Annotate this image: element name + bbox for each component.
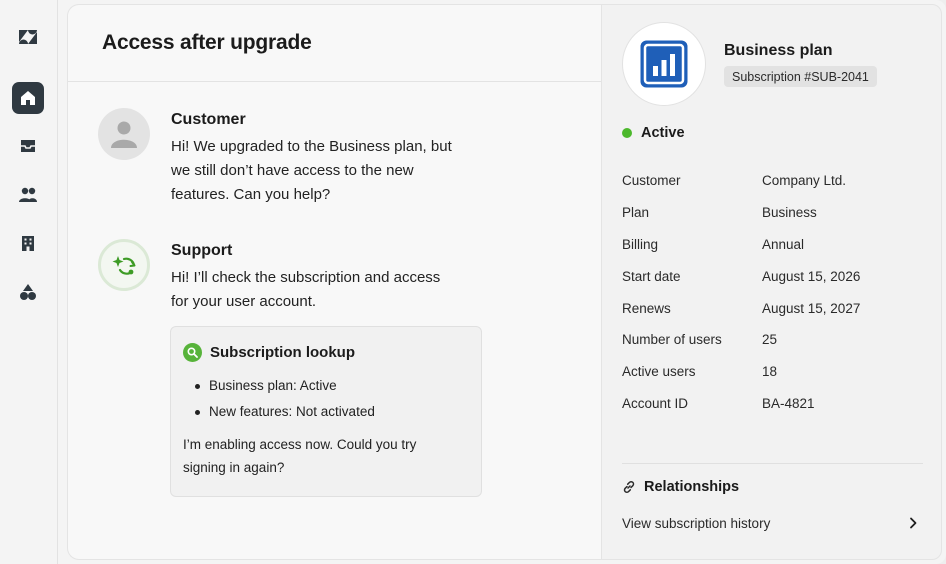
link-icon <box>623 481 635 493</box>
home-icon <box>21 91 35 105</box>
detail-label: Account ID <box>622 395 689 411</box>
view-subscription-history-link[interactable]: View subscription history <box>622 513 918 533</box>
detail-value: 25 <box>762 332 778 348</box>
subscription-details: Customer Company Ltd. Plan Business Bill… <box>622 165 922 419</box>
support-avatar <box>98 239 150 291</box>
relationships-header: Relationships <box>622 479 739 495</box>
user-placeholder-icon <box>111 121 137 148</box>
message-author: Support <box>171 242 233 259</box>
detail-value: 18 <box>762 364 778 380</box>
inbox-icon <box>21 140 35 152</box>
lookup-title: Subscription lookup <box>210 344 355 361</box>
plan-logo <box>622 22 706 106</box>
zendesk-logo-icon[interactable] <box>17 26 39 48</box>
status-indicator: Active <box>622 125 685 141</box>
detail-value: August 15, 2027 <box>762 300 861 316</box>
sidebar-item-users[interactable] <box>12 179 44 211</box>
lookup-header: Subscription lookup <box>183 343 355 362</box>
detail-label: Number of users <box>622 332 722 348</box>
detail-row-customer: Customer Company Ltd. <box>622 165 922 197</box>
list-item: Business plan: Active <box>195 373 375 399</box>
detail-row-renews: Renews August 15, 2027 <box>622 292 922 324</box>
detail-row-account-id: Account ID BA-4821 <box>622 388 922 420</box>
sidebar-item-home[interactable] <box>12 82 44 114</box>
lookup-results: Business plan: Active New features: Not … <box>195 373 375 425</box>
detail-value: August 15, 2026 <box>762 268 861 284</box>
detail-row-plan: Plan Business <box>622 197 922 229</box>
search-icon <box>183 343 202 362</box>
sidebar-item-apps[interactable] <box>12 276 44 308</box>
plan-title: Business plan <box>724 42 833 59</box>
sidebar <box>0 0 58 564</box>
detail-label: Start date <box>622 268 681 284</box>
subscription-lookup-card: Subscription lookup Business plan: Activ… <box>170 326 482 497</box>
page-title: Access after upgrade <box>102 31 312 54</box>
detail-value: BA-4821 <box>762 395 815 411</box>
detail-label: Billing <box>622 236 659 252</box>
ticket-conversation: Access after upgrade Customer Hi! We upg… <box>67 4 601 560</box>
divider <box>622 463 923 464</box>
bar-chart-icon <box>640 40 688 88</box>
shapes-icon <box>20 284 36 300</box>
sidebar-item-organizations[interactable] <box>12 227 44 259</box>
support-agent-icon <box>112 256 136 275</box>
detail-label: Customer <box>622 173 681 189</box>
users-icon <box>19 187 37 202</box>
message-body: Customer Hi! We upgraded to the Business… <box>171 108 491 207</box>
detail-label: Plan <box>622 205 650 221</box>
detail-label: Active users <box>622 364 696 380</box>
message-body: Support Hi! I’ll check the subscription … <box>171 239 491 314</box>
detail-value: Company Ltd. <box>762 173 847 189</box>
list-item: New features: Not activated <box>195 399 375 425</box>
status-dot-icon <box>622 128 632 138</box>
detail-value: Business <box>762 205 817 221</box>
message-text: Hi! I’ll check the subscription and acce… <box>171 269 441 310</box>
detail-row-active-users: Active users 18 <box>622 356 922 388</box>
subscription-id-badge: Subscription #SUB-2041 <box>724 66 877 87</box>
subscription-panel: Business plan Subscription #SUB-2041 Act… <box>601 4 942 560</box>
history-link-label: View subscription history <box>622 515 771 531</box>
sidebar-item-inbox[interactable] <box>12 130 44 162</box>
detail-value: Annual <box>762 236 805 252</box>
detail-row-number-of-users: Number of users 25 <box>622 324 922 356</box>
status-text: Active <box>641 125 685 141</box>
lookup-note: I’m enabling access now. Could you try s… <box>183 437 417 475</box>
ticket-header: Access after upgrade <box>68 5 601 82</box>
chevron-right-icon <box>910 517 917 529</box>
detail-label: Renews <box>622 300 671 316</box>
detail-row-billing: Billing Annual <box>622 229 922 261</box>
message-text: Hi! We upgraded to the Business plan, bu… <box>171 138 452 203</box>
message-author: Customer <box>171 111 246 128</box>
relationships-title: Relationships <box>644 479 740 495</box>
detail-row-start-date: Start date August 15, 2026 <box>622 260 922 292</box>
customer-avatar <box>98 108 150 160</box>
building-icon <box>22 236 34 251</box>
